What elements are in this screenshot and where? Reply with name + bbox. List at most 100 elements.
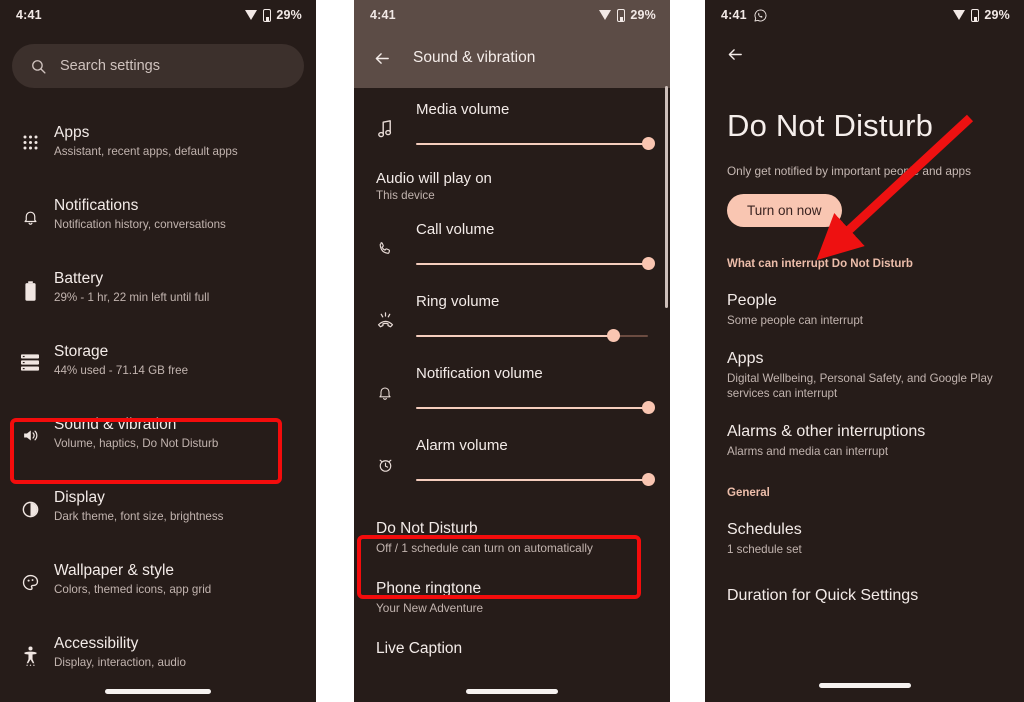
slider-row-ring-volume[interactable]: Ring volume — [354, 274, 670, 346]
settings-item-subtitle: 29% - 1 hr, 22 min left until full — [54, 291, 210, 304]
settings-item-title: People — [727, 292, 777, 309]
settings-item-people[interactable]: People Some people can interrupt — [705, 290, 1024, 328]
settings-item-battery[interactable]: Battery 29% - 1 hr, 22 min left until fu… — [0, 256, 316, 329]
settings-item-title: Accessibility — [54, 635, 139, 652]
settings-item-apps[interactable]: Apps Assistant, recent apps, default app… — [0, 110, 316, 183]
phone-screen-settings: 4:41 29% Search settings Apps Assistant,… — [0, 0, 316, 702]
settings-item-display[interactable]: Display Dark theme, font size, brightnes… — [0, 475, 316, 548]
page-description: Only get notified by important people an… — [727, 164, 971, 178]
slider-row-call-volume[interactable]: Call volume — [354, 202, 670, 274]
section-header-interrupt: What can interrupt Do Not Disturb — [727, 258, 913, 270]
wifi-icon — [599, 10, 612, 20]
accessibility-icon — [16, 646, 44, 667]
call-volume-slider[interactable] — [416, 254, 655, 274]
palette-icon — [16, 573, 44, 592]
battery-percent: 29% — [984, 8, 1010, 22]
status-bar-time: 4:41 — [370, 8, 396, 22]
settings-item-sound-and-vibration[interactable]: Sound & vibration Volume, haptics, Do No… — [0, 402, 316, 475]
settings-item-title: Alarms & other interruptions — [727, 423, 926, 440]
settings-item-subtitle: Display, interaction, audio — [54, 656, 186, 669]
settings-item-apps[interactable]: Apps Digital Wellbeing, Personal Safety,… — [705, 348, 1024, 401]
slider-label: Ring volume — [416, 293, 500, 310]
slider-label: Call volume — [416, 221, 495, 238]
slider-label: Media volume — [416, 101, 510, 118]
settings-item-accessibility[interactable]: Accessibility Display, interaction, audi… — [0, 621, 316, 694]
settings-item-subtitle: Notification history, conversations — [54, 218, 226, 231]
whatsapp-icon — [754, 9, 767, 21]
ring-volume-icon — [354, 292, 416, 346]
battery-percent: 29% — [630, 8, 656, 22]
battery-percent: 29% — [276, 8, 302, 22]
apps-grid-icon — [16, 135, 44, 150]
settings-item-subtitle: Digital Wellbeing, Personal Safety, and … — [727, 372, 993, 400]
slider-row-media-volume[interactable]: Media volume — [354, 88, 670, 154]
settings-item-title: Display — [54, 489, 105, 506]
brightness-icon — [16, 500, 44, 519]
sound-settings-list: Media volume Audio will play on This dev… — [354, 88, 670, 659]
vertical-scrollbar[interactable] — [665, 86, 668, 308]
settings-item-title: Phone ringtone — [376, 580, 482, 597]
battery-icon — [16, 281, 44, 302]
status-bar-time: 4:41 — [721, 8, 747, 22]
settings-item-wallpaper-and-style[interactable]: Wallpaper & style Colors, themed icons, … — [0, 548, 316, 621]
app-bar-title: Sound & vibration — [413, 49, 536, 66]
slider-row-alarm-volume[interactable]: Alarm volume — [354, 418, 670, 490]
audio-output-row[interactable]: Audio will play on This device — [354, 154, 670, 202]
settings-item-title: Notifications — [54, 197, 139, 214]
settings-item-subtitle: Dark theme, font size, brightness — [54, 510, 224, 523]
app-bar: 4:41 29% Sound & vibration — [354, 0, 670, 88]
settings-item-do-not-disturb[interactable]: Do Not Disturb Off / 1 schedule can turn… — [354, 518, 670, 556]
media-volume-slider[interactable] — [416, 134, 655, 154]
bell-icon — [16, 208, 44, 227]
settings-item-storage[interactable]: Storage 44% used - 71.14 GB free — [0, 329, 316, 402]
search-icon — [32, 59, 46, 74]
settings-item-alarms-and-other-interruptions[interactable]: Alarms & other interruptions Alarms and … — [705, 421, 1024, 459]
status-bar: 4:41 29% — [354, 0, 670, 30]
settings-item-title: Schedules — [727, 521, 802, 538]
turn-on-now-button[interactable]: Turn on now — [727, 194, 842, 227]
search-settings-input[interactable]: Search settings — [12, 44, 304, 88]
settings-item-notifications[interactable]: Notifications Notification history, conv… — [0, 183, 316, 256]
settings-item-subtitle: Volume, haptics, Do Not Disturb — [54, 437, 219, 450]
settings-item-subtitle: Assistant, recent apps, default apps — [54, 145, 238, 158]
status-bar: 4:41 29% — [705, 0, 1024, 30]
status-bar: 4:41 29% — [0, 0, 316, 30]
settings-list: Apps Assistant, recent apps, default app… — [0, 110, 316, 694]
alarm-volume-slider[interactable] — [416, 470, 655, 490]
settings-item-live-caption[interactable]: Live Caption — [354, 638, 670, 659]
settings-item-schedules[interactable]: Schedules 1 schedule set — [705, 519, 1024, 557]
bell-icon — [354, 364, 416, 418]
settings-item-subtitle: Some people can interrupt — [727, 314, 863, 327]
alarm-clock-icon — [354, 436, 416, 490]
phone-screen-do-not-disturb: 4:41 29% Do Not Disturb Only get notifie… — [705, 0, 1024, 702]
gesture-navigation-bar — [105, 689, 211, 694]
battery-icon — [263, 8, 272, 22]
wifi-icon — [245, 10, 258, 20]
notification-volume-slider[interactable] — [416, 398, 655, 418]
audio-output-title: Audio will play on — [376, 170, 492, 187]
settings-item-subtitle: Off / 1 schedule can turn on automatical… — [376, 541, 593, 555]
gesture-navigation-bar — [466, 689, 558, 694]
page-title: Do Not Disturb — [727, 108, 934, 143]
music-note-icon — [354, 100, 416, 154]
slider-label: Notification volume — [416, 365, 543, 382]
settings-item-subtitle: 1 schedule set — [727, 543, 802, 556]
wifi-icon — [953, 10, 966, 20]
status-bar-time: 4:41 — [16, 8, 42, 22]
slider-row-notification-volume[interactable]: Notification volume — [354, 346, 670, 418]
settings-item-subtitle: 44% used - 71.14 GB free — [54, 364, 189, 377]
settings-item-title: Live Caption — [376, 640, 463, 657]
settings-item-subtitle: Your New Adventure — [376, 601, 484, 615]
settings-item-title: Storage — [54, 343, 109, 360]
ring-volume-slider[interactable] — [416, 326, 648, 346]
back-arrow-icon[interactable] — [374, 50, 391, 67]
section-header-general: General — [727, 487, 770, 499]
settings-item-title: Do Not Disturb — [376, 520, 478, 537]
settings-item-duration-for-quick-settings[interactable]: Duration for Quick Settings — [705, 585, 1024, 606]
volume-icon — [16, 427, 44, 444]
gesture-navigation-bar — [818, 683, 911, 688]
back-arrow-icon[interactable] — [727, 46, 744, 63]
settings-item-subtitle: Alarms and media can interrupt — [727, 445, 889, 458]
battery-icon — [617, 8, 626, 22]
settings-item-phone-ringtone[interactable]: Phone ringtone Your New Adventure — [354, 578, 670, 616]
